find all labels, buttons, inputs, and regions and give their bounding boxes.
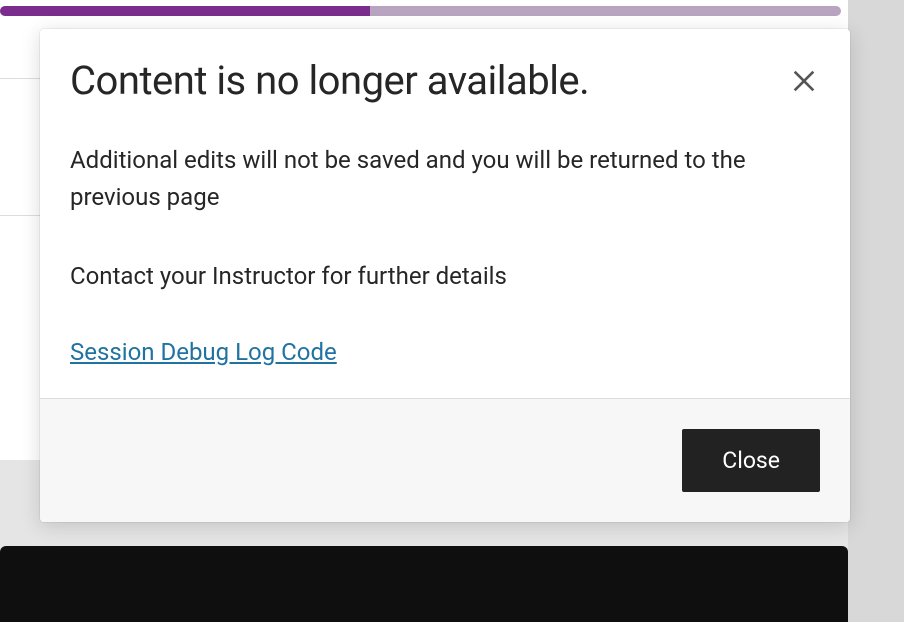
modal-header: Content is no longer available. bbox=[40, 29, 850, 104]
modal-title: Content is no longer available. bbox=[70, 57, 589, 104]
modal-message-2: Contact your Instructor for further deta… bbox=[70, 258, 820, 295]
modal-body: Additional edits will not be saved and y… bbox=[40, 104, 850, 398]
modal-footer: Close bbox=[40, 398, 850, 522]
modal-dialog: Content is no longer available. Addition… bbox=[40, 29, 850, 522]
modal-overlay: Content is no longer available. Addition… bbox=[0, 0, 904, 622]
close-button[interactable]: Close bbox=[682, 429, 820, 492]
session-debug-log-link[interactable]: Session Debug Log Code bbox=[70, 338, 337, 366]
close-icon[interactable] bbox=[790, 67, 818, 95]
modal-message-1: Additional edits will not be saved and y… bbox=[70, 142, 820, 216]
